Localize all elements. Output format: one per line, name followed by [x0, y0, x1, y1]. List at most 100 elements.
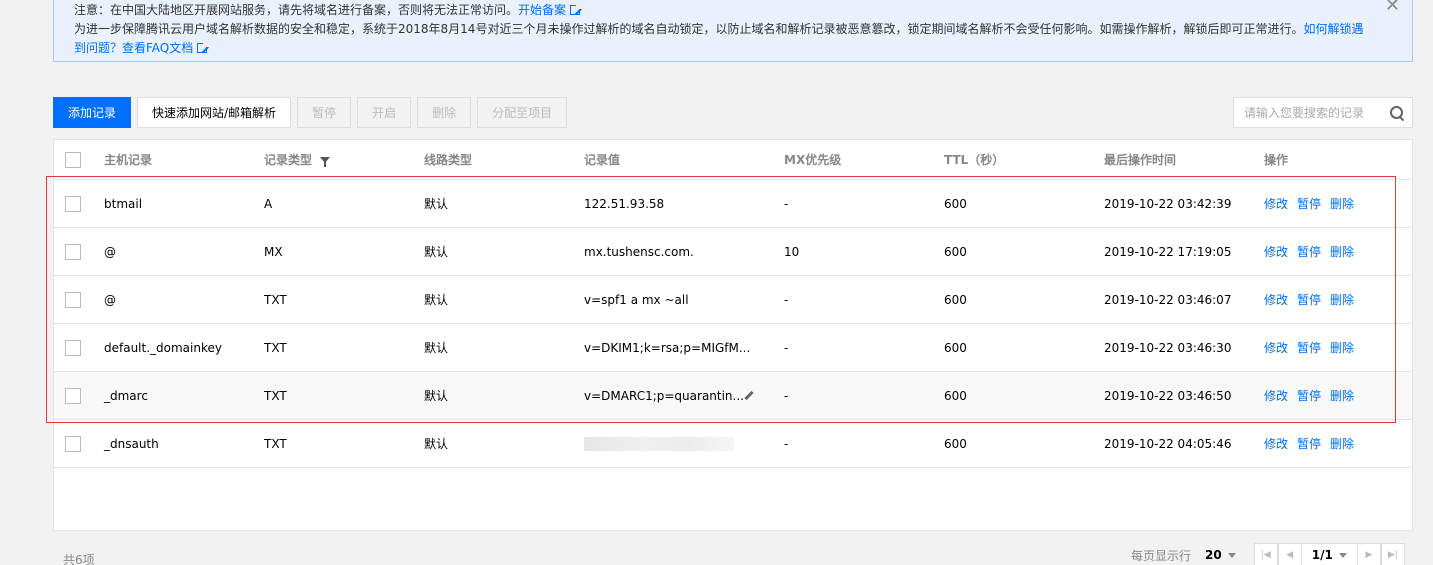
pause-link[interactable]: 暂停: [1297, 195, 1321, 212]
edit-link[interactable]: 修改: [1264, 195, 1288, 212]
host-cell: @: [104, 292, 116, 307]
value-cell: [584, 420, 734, 467]
host-cell: _dmarc: [104, 388, 148, 403]
table-row[interactable]: @ MX 默认 mx.tushensc.com. 10 600 2019-10-…: [54, 228, 1412, 276]
notice-text-2: 为进一步保障腾讯云用户域名解析数据的安全和稳定，系统于2018年8月14号对近三…: [74, 22, 1304, 36]
header-host: 主机记录: [104, 153, 153, 167]
chevron-down-icon: [1227, 552, 1236, 558]
assign-project-button[interactable]: 分配至项目: [477, 97, 568, 128]
add-record-button[interactable]: 添加记录: [53, 97, 132, 128]
row-checkbox[interactable]: [65, 243, 81, 260]
edit-link[interactable]: 修改: [1264, 243, 1288, 260]
search-box: [1233, 97, 1413, 128]
table-row[interactable]: _dnsauth TXT 默认 - 600 2019-10-22 04:05:4…: [54, 420, 1412, 468]
ops-cell: 修改 暂停 删除: [1264, 420, 1354, 467]
ttl-cell: 600: [944, 388, 967, 403]
value-cell: v=spf1 a mx ~all: [584, 292, 689, 307]
external-link-icon: [197, 41, 210, 53]
ttl-cell: 600: [944, 292, 967, 307]
row-checkbox[interactable]: [65, 339, 81, 356]
delete-button[interactable]: 删除: [417, 97, 472, 128]
next-page-button[interactable]: ▶: [1356, 543, 1381, 565]
pause-link[interactable]: 暂停: [1297, 435, 1321, 452]
time-cell: 2019-10-22 03:46:50: [1104, 388, 1232, 403]
per-page-value: 20: [1205, 548, 1222, 562]
host-cell: btmail: [104, 196, 143, 211]
row-checkbox-cell: [65, 180, 81, 227]
host-cell: @: [104, 244, 116, 259]
pause-link[interactable]: 暂停: [1297, 339, 1321, 356]
type-cell: TXT: [264, 292, 287, 307]
mx-cell: -: [784, 340, 789, 355]
type-cell: TXT: [264, 388, 287, 403]
close-icon[interactable]: ✕: [1385, 0, 1400, 15]
line-cell: 默认: [424, 389, 449, 403]
external-link-icon: [570, 3, 583, 15]
select-all-checkbox[interactable]: [65, 151, 81, 168]
value-cell: mx.tushensc.com.: [584, 244, 694, 259]
time-cell: 2019-10-22 04:05:46: [1104, 436, 1232, 451]
line-cell: 默认: [424, 341, 449, 355]
row-checkbox[interactable]: [65, 195, 81, 212]
row-checkbox-cell: [65, 372, 81, 419]
value-cell: v=DMARC1;p=quarantin...: [584, 388, 744, 403]
delete-link[interactable]: 删除: [1330, 291, 1354, 308]
edit-link[interactable]: 修改: [1264, 435, 1288, 452]
ttl-cell: 600: [944, 196, 967, 211]
search-input[interactable]: [1234, 105, 1390, 120]
type-cell: TXT: [264, 436, 287, 451]
delete-link[interactable]: 删除: [1330, 339, 1354, 356]
pause-link[interactable]: 暂停: [1297, 387, 1321, 404]
filter-icon[interactable]: [320, 156, 331, 167]
table-header: 主机记录 记录类型 线路类型 记录值 MX优先级 TTL（秒） 最后操作时间 操…: [54, 140, 1412, 180]
delete-link[interactable]: 删除: [1330, 195, 1354, 212]
notice-banner: 注意：在中国大陆地区开展网站服务，请先将域名进行备案，否则将无法正常访问。开始备…: [53, 0, 1413, 62]
records-table: 主机记录 记录类型 线路类型 记录值 MX优先级 TTL（秒） 最后操作时间 操…: [53, 139, 1413, 531]
edit-link[interactable]: 修改: [1264, 339, 1288, 356]
table-row[interactable]: _dmarc TXT 默认 v=DMARC1;p=quarantin... - …: [54, 372, 1412, 420]
per-page-select[interactable]: 20: [1205, 548, 1236, 562]
header-value: 记录值: [584, 153, 621, 167]
line-cell: 默认: [424, 197, 449, 211]
row-checkbox[interactable]: [65, 291, 81, 308]
ttl-cell: 600: [944, 244, 967, 259]
start-filing-link[interactable]: 开始备案: [518, 3, 566, 17]
enable-button[interactable]: 开启: [357, 97, 412, 128]
ttl-cell: 600: [944, 436, 967, 451]
row-checkbox[interactable]: [65, 435, 81, 452]
total-count: 共6项: [63, 553, 95, 565]
pause-button[interactable]: 暂停: [297, 97, 352, 128]
delete-link[interactable]: 删除: [1330, 435, 1354, 452]
time-cell: 2019-10-22 17:19:05: [1104, 244, 1232, 259]
page-indicator: 1/1: [1311, 548, 1333, 562]
prev-page-button[interactable]: ◀: [1277, 543, 1302, 565]
search-icon[interactable]: [1390, 105, 1404, 120]
delete-link[interactable]: 删除: [1330, 243, 1354, 260]
last-page-button[interactable]: ▶|: [1380, 543, 1405, 565]
header-ops: 操作: [1264, 153, 1289, 167]
header-mx: MX优先级: [784, 153, 842, 167]
row-checkbox[interactable]: [65, 387, 81, 404]
pencil-icon[interactable]: [742, 389, 754, 401]
page-select[interactable]: 1/1: [1301, 543, 1357, 565]
type-cell: A: [264, 196, 273, 211]
quick-add-button[interactable]: 快速添加网站/邮箱解析: [137, 97, 292, 128]
header-type[interactable]: 记录类型: [264, 140, 331, 179]
pause-link[interactable]: 暂停: [1297, 291, 1321, 308]
per-page-label: 每页显示行: [1131, 548, 1192, 563]
delete-link[interactable]: 删除: [1330, 387, 1354, 404]
edit-link[interactable]: 修改: [1264, 387, 1288, 404]
notice-text-1: 注意：在中国大陆地区开展网站服务，请先将域名进行备案，否则将无法正常访问。: [74, 3, 519, 17]
first-page-button[interactable]: |◀: [1253, 543, 1278, 565]
ops-cell: 修改 暂停 删除: [1264, 228, 1354, 275]
toolbar: 添加记录 快速添加网站/邮箱解析 暂停 开启 删除 分配至项目: [53, 97, 568, 128]
table-row[interactable]: default._domainkey TXT 默认 v=DKIM1;k=rsa;…: [54, 324, 1412, 372]
table-row[interactable]: btmail A 默认 122.51.93.58 - 600 2019-10-2…: [54, 180, 1412, 228]
header-type-label: 记录类型: [264, 153, 313, 167]
chevron-down-icon: [1338, 552, 1347, 558]
row-checkbox-cell: [65, 228, 81, 275]
pause-link[interactable]: 暂停: [1297, 243, 1321, 260]
mx-cell: 10: [784, 244, 800, 259]
edit-link[interactable]: 修改: [1264, 291, 1288, 308]
table-row[interactable]: @ TXT 默认 v=spf1 a mx ~all - 600 2019-10-…: [54, 276, 1412, 324]
